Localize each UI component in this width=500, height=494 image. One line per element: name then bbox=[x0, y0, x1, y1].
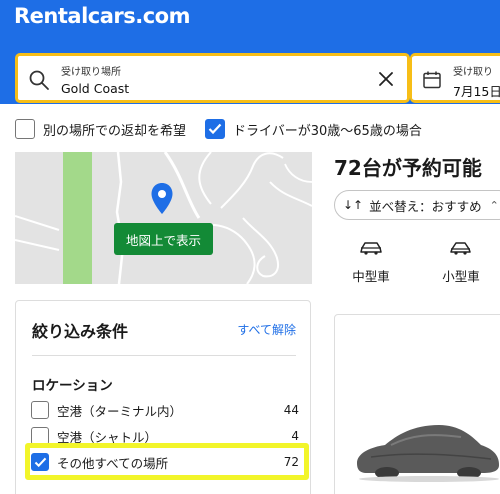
sort-label: 並べ替え：おすすめ bbox=[369, 198, 482, 214]
divider bbox=[32, 355, 296, 356]
results-count-title: 72台が予約可能 bbox=[334, 156, 482, 180]
return-other-location-option[interactable]: 別の場所での返却を希望 bbox=[15, 118, 186, 140]
rentalcars-logo[interactable]: Rentalcars.com bbox=[14, 4, 190, 28]
covered-car-image bbox=[357, 425, 499, 482]
pickup-location-field[interactable]: 受け取り場所 Gold Coast bbox=[15, 53, 410, 103]
return-other-location-label: 別の場所での返却を希望 bbox=[43, 123, 187, 139]
search-icon bbox=[29, 70, 49, 90]
filter-title: 絞り込み条件 bbox=[32, 322, 129, 341]
category-midsize[interactable]: 中型車 bbox=[341, 240, 401, 285]
show-on-map-button[interactable]: 地図上で表示 bbox=[114, 223, 213, 255]
driver-age-label: ドライバーが30歳〜65歳の場合 bbox=[233, 123, 422, 139]
chevron-updown-icon: ⌃ bbox=[489, 198, 499, 212]
return-other-location-checkbox[interactable] bbox=[15, 119, 35, 139]
pickup-date-value[interactable]: 7月15日 bbox=[453, 81, 500, 100]
map-preview[interactable] bbox=[15, 152, 312, 284]
car-result-card[interactable] bbox=[334, 314, 500, 494]
sort-dropdown[interactable]: ↓↑ 並べ替え：おすすめ ⌃ bbox=[334, 190, 500, 220]
filter-item-airport-terminal[interactable]: 空港（ターミナル内） 44 bbox=[31, 399, 299, 421]
pickup-date-field[interactable]: 受け取り 7月15日 bbox=[410, 53, 500, 103]
category-midsize-label: 中型車 bbox=[352, 269, 390, 284]
driver-age-option[interactable]: ドライバーが30歳〜65歳の場合 bbox=[205, 118, 422, 140]
driver-age-checkbox[interactable] bbox=[205, 119, 225, 139]
pickup-location-value[interactable]: Gold Coast bbox=[61, 81, 129, 96]
filter-item-count: 44 bbox=[283, 403, 299, 417]
filter-item-count: 4 bbox=[291, 429, 299, 443]
filter-checkbox[interactable] bbox=[31, 401, 49, 419]
car-icon bbox=[360, 242, 382, 255]
car-icon bbox=[450, 242, 471, 255]
highlight-box bbox=[25, 443, 309, 480]
map-pin-icon bbox=[151, 183, 173, 214]
location-section-title: ロケーション bbox=[32, 378, 113, 394]
category-compact[interactable]: 小型車 bbox=[431, 240, 491, 285]
map-background bbox=[15, 152, 312, 284]
checkmark-icon bbox=[208, 123, 222, 135]
category-compact-label: 小型車 bbox=[442, 269, 480, 284]
pickup-location-label: 受け取り場所 bbox=[61, 67, 121, 78]
pickup-date-label: 受け取り bbox=[453, 67, 493, 78]
clear-icon[interactable] bbox=[377, 70, 395, 88]
clear-all-filters-link[interactable]: すべて解除 bbox=[237, 321, 296, 338]
filter-item-label: 空港（ターミナル内） bbox=[57, 403, 183, 419]
calendar-icon bbox=[423, 71, 441, 89]
sort-arrows-icon: ↓↑ bbox=[343, 198, 364, 212]
